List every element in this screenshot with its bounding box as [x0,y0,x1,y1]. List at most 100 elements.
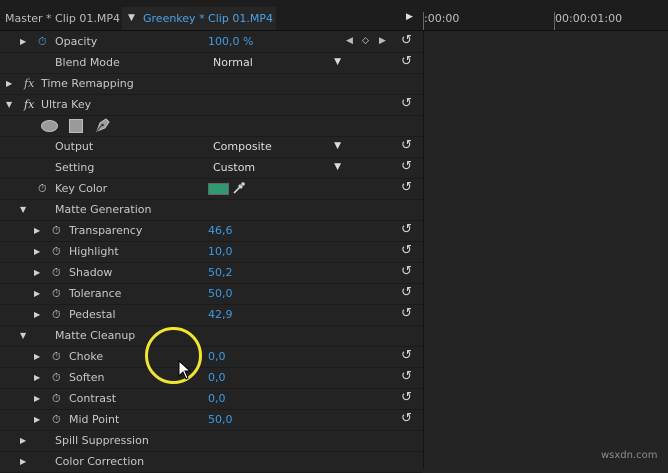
stopwatch-icon[interactable]: ⏱ [52,413,61,427]
pen-mask-icon[interactable] [94,117,112,133]
expand-triangle-icon[interactable]: ▶ [6,79,12,88]
stopwatch-icon[interactable]: ⏱ [52,392,61,406]
param-value[interactable]: 0,0 [208,392,226,405]
param-value[interactable]: 0,0 [208,350,226,363]
param-value[interactable]: 50,2 [208,266,233,279]
expand-triangle-icon[interactable]: ▶ [34,226,40,235]
param-label: Mid Point [69,413,120,426]
expand-triangle-icon[interactable]: ▶ [20,436,26,445]
matte-cleanup-label: Matte Cleanup [55,329,136,342]
ruler-tick [554,12,555,30]
stopwatch-icon[interactable]: ⏱ [52,287,61,301]
setting-label: Setting [55,161,95,174]
ultra-key-label: Ultra Key [41,98,92,111]
key-color-label: Key Color [55,182,108,195]
stopwatch-icon[interactable]: ⏱ [52,308,61,322]
stopwatch-icon[interactable]: ⏱ [38,35,47,49]
reset-icon[interactable]: ↺ [401,369,412,384]
key-color-swatch[interactable] [208,183,229,195]
param-value[interactable]: 10,0 [208,245,233,258]
param-value[interactable]: 50,0 [208,287,233,300]
setting-dropdown[interactable]: Custom ▼ [208,159,344,175]
reset-icon[interactable]: ↺ [401,348,412,363]
rectangle-mask-icon[interactable] [69,119,83,133]
cursor-highlight-circle [145,327,202,384]
blend-mode-row: Blend Mode Normal ▼ ↺ [0,52,422,74]
reset-icon[interactable]: ↺ [401,390,412,405]
param-value[interactable]: 50,0 [208,413,233,426]
blend-mode-dropdown[interactable]: Normal ▼ [208,54,344,70]
reset-icon[interactable]: ↺ [401,411,412,426]
stopwatch-icon[interactable]: ⏱ [52,266,61,280]
stopwatch-icon[interactable]: ⏱ [52,245,61,259]
reset-icon[interactable]: ↺ [401,222,412,237]
expand-triangle-icon[interactable]: ▶ [34,415,40,424]
timecode-start: :00:00 [424,12,460,25]
expand-triangle-icon[interactable]: ▶ [20,37,26,46]
reset-icon[interactable]: ↺ [401,264,412,279]
param-value[interactable]: 42,9 [208,308,233,321]
watermark: wsxdn.com [601,450,658,461]
time-remapping-row: ▶ fx Time Remapping [0,73,422,95]
transparency-row: ▶ ⏱ Transparency 46,6 ↺ [0,220,422,242]
mid-point-row: ▶ ⏱ Mid Point 50,0 ↺ [0,409,422,431]
collapse-triangle-icon[interactable]: ▼ [6,100,12,109]
expand-timeline-icon[interactable]: ▶ [406,12,413,22]
reset-icon[interactable]: ↺ [401,138,412,153]
matte-generation-label: Matte Generation [55,203,152,216]
tab-greenkey-clip[interactable]: Greenkey * Clip 01.MP4 [143,12,273,25]
reset-icon[interactable]: ↺ [401,180,412,195]
keyframe-timeline[interactable] [423,31,668,469]
expand-triangle-icon[interactable]: ▶ [34,289,40,298]
setting-value: Custom [213,161,256,174]
reset-icon[interactable]: ↺ [401,306,412,321]
tab-master-clip[interactable]: Master * Clip 01.MP4 [5,12,120,25]
color-correction-label: Color Correction [55,455,145,468]
stopwatch-icon[interactable]: ⏱ [52,224,61,238]
reset-icon[interactable]: ↺ [401,96,412,111]
tab-dropdown-icon[interactable]: ▼ [128,13,135,23]
param-label: Highlight [69,245,119,258]
collapse-triangle-icon[interactable]: ▼ [20,205,26,214]
param-label: Soften [69,371,105,384]
matte-generation-row: ▼ Matte Generation [0,199,422,221]
reset-icon[interactable]: ↺ [401,285,412,300]
param-value[interactable]: 46,6 [208,224,233,237]
stopwatch-icon[interactable]: ⏱ [38,182,47,196]
collapse-triangle-icon[interactable]: ▼ [20,331,26,340]
next-keyframe-icon[interactable]: ▶ [379,36,386,46]
eyedropper-icon[interactable] [232,181,246,195]
param-label: Pedestal [69,308,116,321]
effect-controls-panel: ▶ ⏱ Opacity 100,0 % ◀ ◇ ▶ ↺ Blend Mode N… [0,31,422,473]
output-row: Output Composite ▼ ↺ [0,136,422,158]
expand-triangle-icon[interactable]: ▶ [20,457,26,466]
matte-cleanup-row: ▼ Matte Cleanup [0,325,422,347]
spill-suppression-row: ▶ Spill Suppression [0,430,422,452]
stopwatch-icon[interactable]: ⏱ [52,371,61,385]
chevron-down-icon: ▼ [334,57,341,67]
setting-row: Setting Custom ▼ ↺ [0,157,422,179]
reset-icon[interactable]: ↺ [401,33,412,48]
ellipse-mask-icon[interactable] [41,120,58,132]
expand-triangle-icon[interactable]: ▶ [34,310,40,319]
output-dropdown[interactable]: Composite ▼ [208,138,344,154]
opacity-value[interactable]: 100,0 % [208,35,253,48]
reset-icon[interactable]: ↺ [401,159,412,174]
reset-icon[interactable]: ↺ [401,54,412,69]
chevron-down-icon: ▼ [334,162,341,172]
expand-triangle-icon[interactable]: ▶ [34,247,40,256]
add-keyframe-icon[interactable]: ◇ [362,36,369,46]
fx-icon[interactable]: fx [24,98,34,111]
expand-triangle-icon[interactable]: ▶ [34,373,40,382]
pedestal-row: ▶ ⏱ Pedestal 42,9 ↺ [0,304,422,326]
stopwatch-icon[interactable]: ⏱ [52,350,61,364]
fx-icon: fx [24,77,35,90]
expand-triangle-icon[interactable]: ▶ [34,268,40,277]
param-value[interactable]: 0,0 [208,371,226,384]
param-label: Shadow [69,266,113,279]
expand-triangle-icon[interactable]: ▶ [34,352,40,361]
reset-icon[interactable]: ↺ [401,243,412,258]
previous-keyframe-icon[interactable]: ◀ [346,36,353,46]
param-label: Tolerance [69,287,122,300]
expand-triangle-icon[interactable]: ▶ [34,394,40,403]
